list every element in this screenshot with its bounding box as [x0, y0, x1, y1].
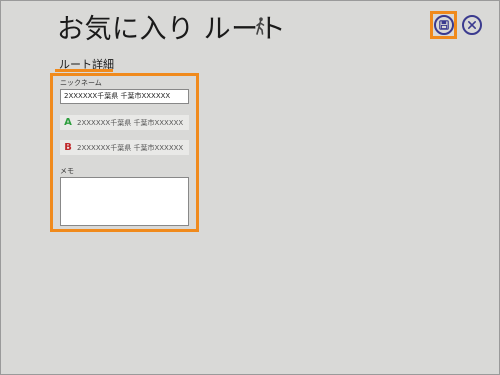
walk-icon: [256, 17, 265, 35]
page-title: お気に入り ルート: [57, 14, 287, 45]
memo-label: メモ: [60, 167, 74, 175]
route-start-field[interactable]: A 2XXXXXX千葉県 千葉市XXXXXX: [60, 115, 189, 130]
route-a-address: 2XXXXXX千葉県 千葉市XXXXXX: [77, 118, 184, 127]
section-underline: [55, 69, 113, 72]
save-icon: [439, 20, 449, 30]
memo-textarea[interactable]: [60, 177, 189, 226]
route-b-marker: B: [64, 142, 72, 153]
app-window: お気に入り ルート ルート詳細 ニックネーム 2XXXXXX千葉県 千葉市XXX…: [0, 0, 500, 375]
close-button[interactable]: [462, 15, 482, 35]
save-button[interactable]: [434, 15, 454, 35]
nickname-label: ニックネーム: [60, 79, 102, 87]
nickname-input[interactable]: 2XXXXXX千葉県 千葉市XXXXXX: [60, 89, 189, 104]
route-a-marker: A: [64, 117, 72, 128]
route-b-address: 2XXXXXX千葉県 千葉市XXXXXX: [77, 143, 184, 152]
close-icon: [468, 21, 476, 29]
route-end-field[interactable]: B 2XXXXXX千葉県 千葉市XXXXXX: [60, 140, 189, 155]
